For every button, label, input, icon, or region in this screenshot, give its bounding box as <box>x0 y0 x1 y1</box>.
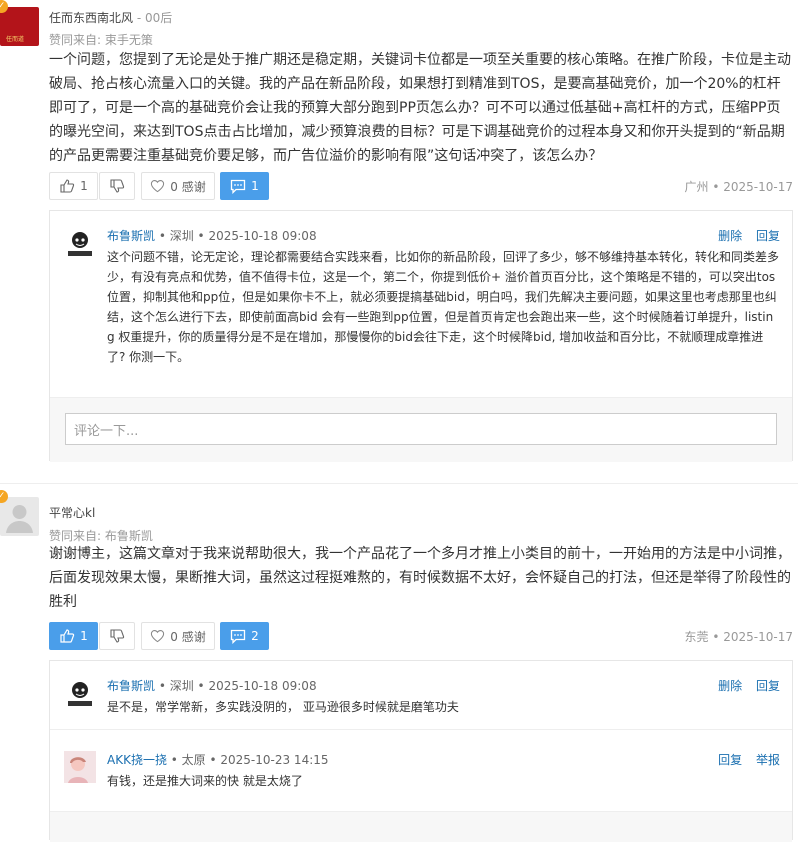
reply-username[interactable]: 布鲁斯凯 <box>107 679 155 693</box>
thumbs-up-icon <box>60 629 75 643</box>
reply-username[interactable]: 布鲁斯凯 <box>107 229 155 243</box>
reply-meta: • 太原 • 2025-10-23 14:15 <box>170 753 329 767</box>
thumbs-down-icon <box>110 179 125 193</box>
username-text[interactable]: 平常心kl <box>49 506 95 520</box>
reply-box: 布鲁斯凯 • 深圳 • 2025-10-18 09:08 删除 回复 这个问题不… <box>49 210 793 462</box>
reply-meta: • 深圳 • 2025-10-18 09:08 <box>158 229 317 243</box>
dislike-button[interactable] <box>99 622 135 650</box>
location-date: 东莞 • 2025-10-17 <box>684 630 793 644</box>
username-text[interactable]: 任而东西南北风 <box>49 11 133 25</box>
heart-icon <box>151 630 165 643</box>
dislike-button[interactable] <box>99 172 135 200</box>
comment-input[interactable]: 评论一下... <box>65 413 777 445</box>
like-count: 1 <box>80 179 88 193</box>
location-date: 广州 • 2025-10-17 <box>684 180 793 194</box>
post-2: ✓ 平常心kl 赞同来自: 布鲁斯凯 谢谢博主，这篇文章对于我来说帮助很大，我一… <box>0 490 798 842</box>
girl-photo-avatar <box>64 751 96 783</box>
like-button[interactable]: 1 <box>49 172 98 200</box>
comment-area <box>50 811 792 842</box>
reply-item: 布鲁斯凯 • 深圳 • 2025-10-18 09:08 删除 回复 是不是，常… <box>64 677 780 727</box>
reply-item: AKK挠一挠 • 太原 • 2025-10-23 14:15 回复 举报 有钱，… <box>64 751 780 801</box>
liked-from: 赞同来自: 束手无策 <box>49 33 153 47</box>
reply-divider <box>50 729 792 730</box>
user-age-group: - 00后 <box>136 11 173 25</box>
comment-area: 评论一下... <box>50 397 792 462</box>
thanks-button[interactable]: 0 感谢 <box>141 622 215 650</box>
reply-link[interactable]: 回复 <box>756 229 780 243</box>
reply-avatar[interactable] <box>64 227 96 259</box>
reply-body: 这个问题不错，论无定论，理论都需要结合实践来看，比如你的新品阶段，回评了多少，够… <box>107 250 780 364</box>
thumbs-down-icon <box>110 629 125 643</box>
reply-body: 是不是，常学常新，多实践没阴的， 亚马逊很多时候就是磨笔功夫 <box>107 700 459 714</box>
delete-link[interactable]: 删除 <box>718 679 742 693</box>
thumbs-up-icon <box>60 179 75 193</box>
reply-link[interactable]: 回复 <box>718 753 742 767</box>
comment-icon <box>231 629 246 644</box>
meme-face-avatar <box>64 677 96 709</box>
reply-item: 布鲁斯凯 • 深圳 • 2025-10-18 09:08 删除 回复 这个问题不… <box>64 227 780 397</box>
post-actions: 1 0 感谢 1 广州 • 2025-10-17 <box>49 172 793 200</box>
reply-actions: 删除 回复 <box>708 677 780 694</box>
reply-link[interactable]: 回复 <box>756 679 780 693</box>
reply-actions: 回复 举报 <box>708 751 780 768</box>
default-user-icon <box>6 505 33 533</box>
reply-header: 布鲁斯凯 • 深圳 • 2025-10-18 09:08 <box>107 227 317 244</box>
comment-count: 1 <box>251 179 259 193</box>
post-body: 谢谢博主，这篇文章对于我来说帮助很大，我一个产品花了一个多月才推上小类目的前十，… <box>49 546 791 610</box>
like-button[interactable]: 1 <box>49 622 98 650</box>
thanks-count: 0 感谢 <box>170 179 206 194</box>
post-body: 一个问题，您提到了无论是处于推广期还是稳定期，关键词卡位都是一项至关重要的核心策… <box>49 52 791 164</box>
reply-avatar[interactable] <box>64 751 96 783</box>
report-link[interactable]: 举报 <box>756 753 780 767</box>
thanks-count: 0 感谢 <box>170 629 206 644</box>
username[interactable]: 任而东西南北风 - 00后 <box>49 9 172 26</box>
heart-icon <box>151 180 165 193</box>
delete-link[interactable]: 删除 <box>718 229 742 243</box>
reply-box: 布鲁斯凯 • 深圳 • 2025-10-18 09:08 删除 回复 是不是，常… <box>49 660 793 842</box>
reply-body: 有钱，还是推大词来的快 就是太烧了 <box>107 774 303 788</box>
reply-username[interactable]: AKK挠一挠 <box>107 753 167 767</box>
reply-header: AKK挠一挠 • 太原 • 2025-10-23 14:15 <box>107 751 329 768</box>
avatar[interactable] <box>0 497 39 536</box>
reply-avatar[interactable] <box>64 677 96 709</box>
post-1: 任而道 ✓ 任而东西南北风 - 00后 赞同来自: 束手无策 一个问题，您提到了… <box>0 0 798 470</box>
comment-button[interactable]: 1 <box>220 172 269 200</box>
meme-face-avatar <box>64 227 96 259</box>
thanks-button[interactable]: 0 感谢 <box>141 172 215 200</box>
comment-icon <box>231 179 246 194</box>
like-count: 1 <box>80 629 88 643</box>
comment-button[interactable]: 2 <box>220 622 269 650</box>
post-divider <box>0 483 798 484</box>
comment-count: 2 <box>251 629 259 643</box>
reply-header: 布鲁斯凯 • 深圳 • 2025-10-18 09:08 <box>107 677 317 694</box>
avatar[interactable]: 任而道 <box>0 7 39 46</box>
avatar-logo-text: 任而道 <box>6 36 25 43</box>
username[interactable]: 平常心kl <box>49 504 95 521</box>
post-actions: 1 0 感谢 2 东莞 • 2025-10-17 <box>49 622 793 650</box>
reply-actions: 删除 回复 <box>708 227 780 244</box>
reply-meta: • 深圳 • 2025-10-18 09:08 <box>158 679 317 693</box>
